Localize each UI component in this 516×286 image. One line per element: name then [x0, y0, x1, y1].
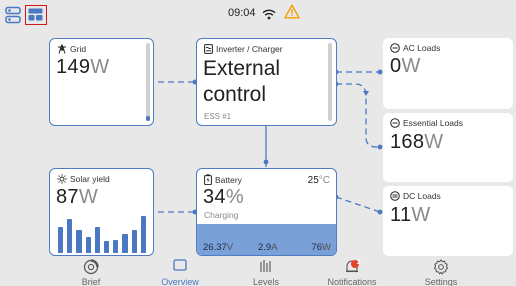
- solar-history-bar: [131, 229, 137, 253]
- ac-loads-unit: W: [401, 55, 421, 77]
- inverter-subtitle: ESS #1: [204, 112, 232, 121]
- battery-power-unit: W: [322, 242, 331, 253]
- solar-history-bar: [85, 237, 91, 253]
- dc-loads-icon: [390, 191, 400, 201]
- inverter-charger-card[interactable]: Inverter / Charger External control ESS …: [196, 38, 337, 126]
- battery-current-number: 2.9: [258, 242, 272, 253]
- grid-power-value: 149W: [56, 56, 109, 79]
- ac-loads-card[interactable]: AC Loads 0W: [383, 38, 513, 109]
- solar-history-bar: [104, 241, 110, 253]
- battery-card[interactable]: Battery 25°C 34% Charging 26.37V 2.9A 76…: [196, 168, 337, 256]
- solar-history-bar: [67, 218, 73, 253]
- solar-history-bar: [122, 234, 128, 253]
- battery-title-label: Battery: [215, 174, 242, 185]
- battery-voltage-number: 26.37: [203, 242, 227, 253]
- nav-levels-label: Levels: [252, 277, 279, 286]
- dc-loads-number: 11: [390, 204, 412, 226]
- dc-loads-title: DC Loads: [390, 191, 441, 201]
- solar-history-bar: [140, 216, 146, 253]
- solar-history-bar: [94, 226, 100, 253]
- inverter-level-bar: [328, 43, 332, 121]
- nav-overview[interactable]: Overview: [135, 258, 225, 286]
- solar-history-bar: [113, 239, 119, 253]
- gear-icon: [433, 259, 449, 275]
- dc-loads-unit: W: [411, 204, 431, 226]
- nav-brief[interactable]: Brief: [46, 258, 136, 286]
- battery-voltage-unit: V: [226, 242, 234, 253]
- inverter-state-line2: control: [203, 83, 267, 106]
- battery-power-number: 76: [311, 242, 323, 253]
- inverter-icon: [204, 44, 213, 54]
- nav-notifications-label: Notifications: [327, 277, 377, 286]
- battery-power: 76W: [311, 242, 331, 253]
- solar-history-bar: [58, 226, 64, 253]
- solar-power-value: 87W: [56, 186, 98, 209]
- nav-overview-label: Overview: [161, 277, 199, 286]
- battery-voltage: 26.37V: [203, 242, 233, 253]
- essential-loads-icon: [390, 118, 400, 128]
- ac-loads-value: 0W: [390, 55, 421, 78]
- essential-loads-number: 168: [390, 131, 425, 153]
- inverter-title-label: Inverter / Charger: [216, 44, 283, 54]
- grid-title: Grid: [57, 44, 86, 54]
- nav-settings[interactable]: Settings: [396, 258, 486, 286]
- solar-title-label: Solar yield: [70, 174, 110, 184]
- battery-temperature-number: 25: [307, 175, 319, 186]
- overview-icon: [173, 259, 187, 271]
- brief-gauge-icon: [83, 259, 99, 275]
- grid-card[interactable]: Grid 149W: [49, 38, 154, 126]
- solar-power-number: 87: [56, 186, 79, 208]
- nav-brief-label: Brief: [81, 277, 101, 286]
- solar-power-unit: W: [78, 186, 99, 208]
- grid-level-bar: [146, 43, 150, 121]
- solar-title: Solar yield: [57, 174, 110, 184]
- grid-power-number: 149: [56, 56, 91, 78]
- battery-current-unit: A: [271, 242, 278, 253]
- battery-icon: [204, 174, 212, 185]
- solar-history-bar: [76, 229, 82, 253]
- essential-loads-title-label: Essential Loads: [403, 118, 464, 128]
- dc-loads-value: 11W: [390, 204, 431, 227]
- essential-loads-card[interactable]: Essential Loads 168W: [383, 113, 513, 182]
- battery-current: 2.9A: [258, 242, 278, 253]
- battery-soc-number: 34: [203, 186, 226, 208]
- ac-loads-icon: [390, 43, 400, 53]
- dc-loads-title-label: DC Loads: [403, 191, 441, 201]
- inverter-state: External control: [203, 56, 280, 108]
- ac-loads-title: AC Loads: [390, 43, 440, 53]
- battery-temperature: 25°C: [308, 175, 330, 186]
- battery-soc-unit: %: [225, 186, 244, 208]
- grid-power-unit: W: [90, 56, 110, 78]
- notifications-badge: 2: [357, 259, 361, 266]
- battery-temperature-unit: °C: [318, 175, 330, 186]
- nav-levels[interactable]: Levels: [221, 258, 311, 286]
- solar-yield-card[interactable]: Solar yield 87W: [49, 168, 154, 256]
- ac-loads-title-label: AC Loads: [403, 43, 441, 53]
- inverter-state-line1: External: [203, 57, 281, 80]
- ac-loads-number: 0: [390, 55, 402, 77]
- sun-icon: [57, 174, 67, 184]
- nav-settings-label: Settings: [424, 277, 458, 286]
- solar-history-bars: [56, 211, 148, 253]
- nav-notifications[interactable]: 2 Notifications: [307, 258, 397, 286]
- essential-loads-title: Essential Loads: [390, 118, 463, 128]
- battery-soc-value: 34%: [203, 186, 244, 209]
- battery-state: Charging: [204, 210, 239, 220]
- essential-loads-value: 168W: [390, 131, 443, 154]
- levels-icon: [260, 260, 271, 272]
- inverter-title: Inverter / Charger: [204, 44, 283, 54]
- dc-loads-card[interactable]: DC Loads 11W: [383, 186, 513, 256]
- battery-title: Battery: [204, 174, 242, 185]
- grid-level-fill: [146, 116, 150, 121]
- transmission-tower-icon: [58, 44, 66, 54]
- essential-loads-unit: W: [424, 131, 444, 153]
- grid-title-label: Grid: [70, 44, 87, 54]
